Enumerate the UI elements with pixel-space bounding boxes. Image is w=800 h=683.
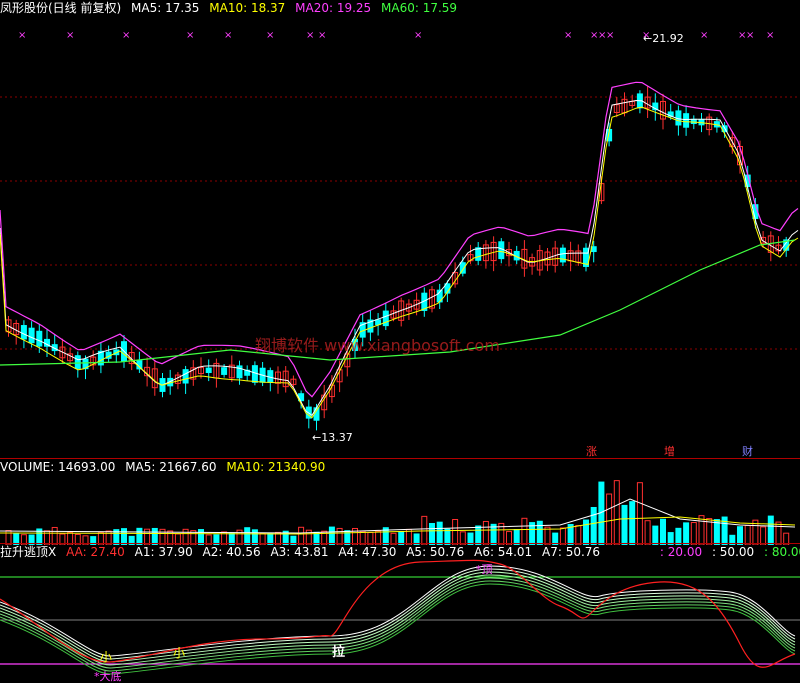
volume-bar [536, 520, 543, 545]
candle-body [182, 369, 189, 384]
volume-bar [713, 519, 720, 545]
signal-mark: × [224, 30, 232, 41]
ma10-line [0, 106, 799, 419]
mark-top: *顶 [476, 563, 493, 576]
price-chart[interactable]: × × × × × × × × × × × × × × × × × × [0, 0, 800, 458]
candle-body [205, 367, 212, 374]
ma20-value: MA20: 19.25 [295, 1, 372, 15]
volume-bar [521, 517, 528, 545]
signal-mark: × [766, 30, 774, 41]
a1-value: A1: 37.90 [134, 545, 193, 559]
candle-body [221, 367, 228, 375]
level-50: : 50.00 [711, 545, 755, 559]
level-80: : 80.00 [763, 545, 800, 559]
indicator-band-line [0, 565, 796, 657]
signal-mark: × [266, 30, 274, 41]
candle-body [690, 118, 697, 125]
a3-value: A3: 43.81 [270, 545, 329, 559]
volume-bar [775, 521, 782, 545]
watermark: 翔博软件 www.xiangbosoft.com [255, 336, 500, 355]
signal-mark: × [606, 30, 614, 41]
candle-body [28, 327, 35, 344]
high-price-marker: ←21.92 [643, 32, 684, 45]
signal-mark: × [700, 30, 708, 41]
mark-pull: 拉 [332, 645, 346, 660]
candle-body [382, 310, 389, 327]
signal-mark: × [122, 30, 130, 41]
volume-bar [583, 519, 589, 545]
volume-bar [644, 520, 651, 545]
candle-body [683, 113, 690, 128]
ma10-value: MA10: 18.37 [209, 1, 286, 15]
signal-mark: × [306, 30, 314, 41]
indicator-chart[interactable] [0, 544, 800, 683]
volume-bar [436, 521, 443, 545]
indicator-pane[interactable]: 拉升逃顶X AA: 27.40 A1: 37.90 A2: 40.56 A3: … [0, 543, 800, 683]
volume-bar [621, 504, 628, 545]
ma5-line [0, 99, 799, 417]
signal-mark: × [186, 30, 194, 41]
a4-value: A4: 47.30 [338, 545, 397, 559]
indicator-header: 拉升逃顶X AA: 27.40 A1: 37.90 A2: 40.56 A3: … [0, 544, 800, 560]
candle-body [498, 241, 505, 260]
ma5-value: MA5: 17.35 [131, 1, 200, 15]
signal-mark: × [746, 30, 754, 41]
a7-value: A7: 50.76 [542, 545, 601, 559]
signal-mark: × [564, 30, 572, 41]
indicator-band-line [0, 571, 796, 663]
volume-bar [660, 518, 666, 545]
mark-big-bottom: *大底 [94, 670, 122, 683]
volume-bar [482, 520, 489, 545]
mark-small-1: 小 [100, 650, 113, 664]
indicator-band-line [0, 580, 796, 672]
indicator-band-line [0, 577, 796, 669]
volume-ma5: MA5: 21667.60 [125, 460, 217, 474]
candle-body [74, 355, 81, 369]
volume-pane[interactable]: VOLUME: 14693.00 MA5: 21667.60 MA10: 213… [0, 458, 800, 545]
mark-small-2: 小 [173, 646, 186, 660]
volume-value: VOLUME: 14693.00 [0, 460, 116, 474]
volume-bar [690, 522, 697, 545]
a2-value: A2: 40.56 [202, 545, 261, 559]
price-header: 凤形股份(日线 前复权) MA5: 17.35 MA10: 18.37 MA20… [0, 0, 463, 16]
indicator-title: 拉升逃顶X [0, 545, 57, 559]
volume-bar [767, 515, 774, 545]
tag-zeng[interactable]: 增 [664, 443, 675, 458]
signal-mark: × [18, 30, 26, 41]
volume-bar [590, 506, 597, 545]
aa-line [0, 559, 796, 668]
volume-bar [629, 501, 636, 545]
a6-value: A6: 54.01 [474, 545, 533, 559]
volume-bar [613, 480, 620, 545]
volume-bar [698, 515, 705, 545]
volume-header: VOLUME: 14693.00 MA5: 21667.60 MA10: 213… [0, 459, 331, 475]
candle-body [475, 247, 482, 261]
ma60-value: MA60: 17.59 [381, 1, 458, 15]
low-price-marker: ←13.37 [312, 431, 353, 444]
volume-bar [636, 482, 643, 545]
stock-title: 凤形股份(日线 前复权) [0, 1, 122, 15]
volume-bar [452, 519, 459, 545]
volume-bar [606, 493, 613, 545]
tag-zhang[interactable]: 涨 [586, 443, 597, 458]
volume-bar [429, 522, 435, 545]
signal-mark: × [414, 30, 422, 41]
a5-value: A5: 50.76 [406, 545, 465, 559]
volume-ma10: MA10: 21340.90 [226, 460, 326, 474]
tag-cai[interactable]: 财 [742, 443, 753, 458]
price-pane[interactable]: × × × × × × × × × × × × × × × × × × 凤形股份(日线 前复权) MA5: 17.… [0, 0, 800, 458]
signal-mark: × [66, 30, 74, 41]
aa-value: AA: 27.40 [66, 545, 125, 559]
level-20: : 20.00 [659, 545, 703, 559]
volume-bar [683, 522, 690, 545]
candle-body [36, 330, 43, 347]
signal-mark: × [318, 30, 326, 41]
candle-body [20, 325, 27, 340]
